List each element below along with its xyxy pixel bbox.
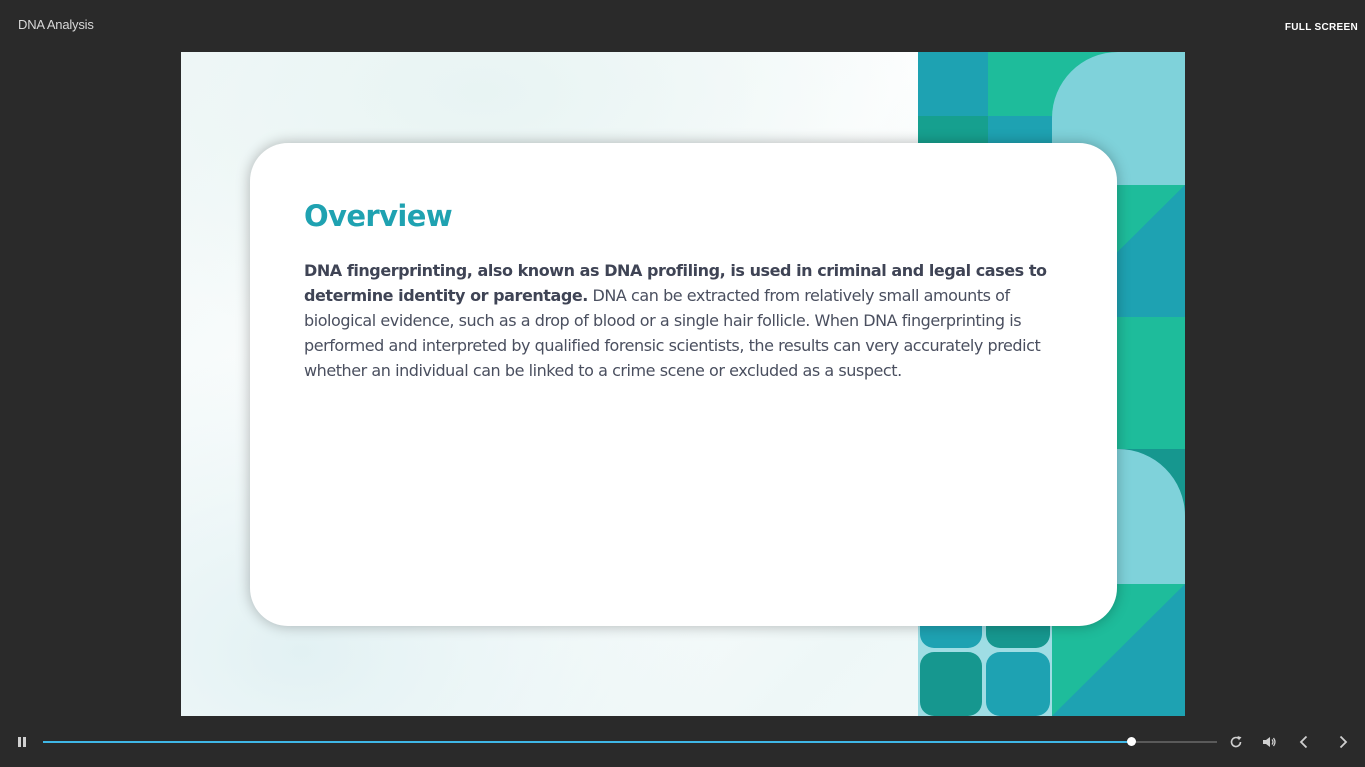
slide-body-text: DNA fingerprinting, also known as DNA pr…	[304, 258, 1074, 383]
progress-handle[interactable]	[1127, 737, 1137, 746]
slide-canvas: Overview DNA fingerprinting, also known …	[181, 52, 1185, 716]
slide-title: Overview	[304, 199, 453, 233]
volume-icon[interactable]	[1261, 734, 1277, 750]
app-title: DNA Analysis	[18, 17, 94, 32]
replay-icon[interactable]	[1228, 734, 1244, 750]
pause-icon[interactable]	[14, 734, 30, 750]
fullscreen-button[interactable]: FULL SCREEN	[1285, 22, 1358, 33]
top-bar: DNA Analysis FULL SCREEN	[0, 0, 1365, 52]
progress-bar[interactable]	[43, 737, 1217, 746]
player-controls	[0, 716, 1365, 767]
progress-fill	[43, 741, 1133, 743]
chevron-left-icon[interactable]	[1296, 734, 1312, 750]
chevron-right-icon[interactable]	[1335, 734, 1351, 750]
content-card: Overview DNA fingerprinting, also known …	[250, 143, 1117, 626]
